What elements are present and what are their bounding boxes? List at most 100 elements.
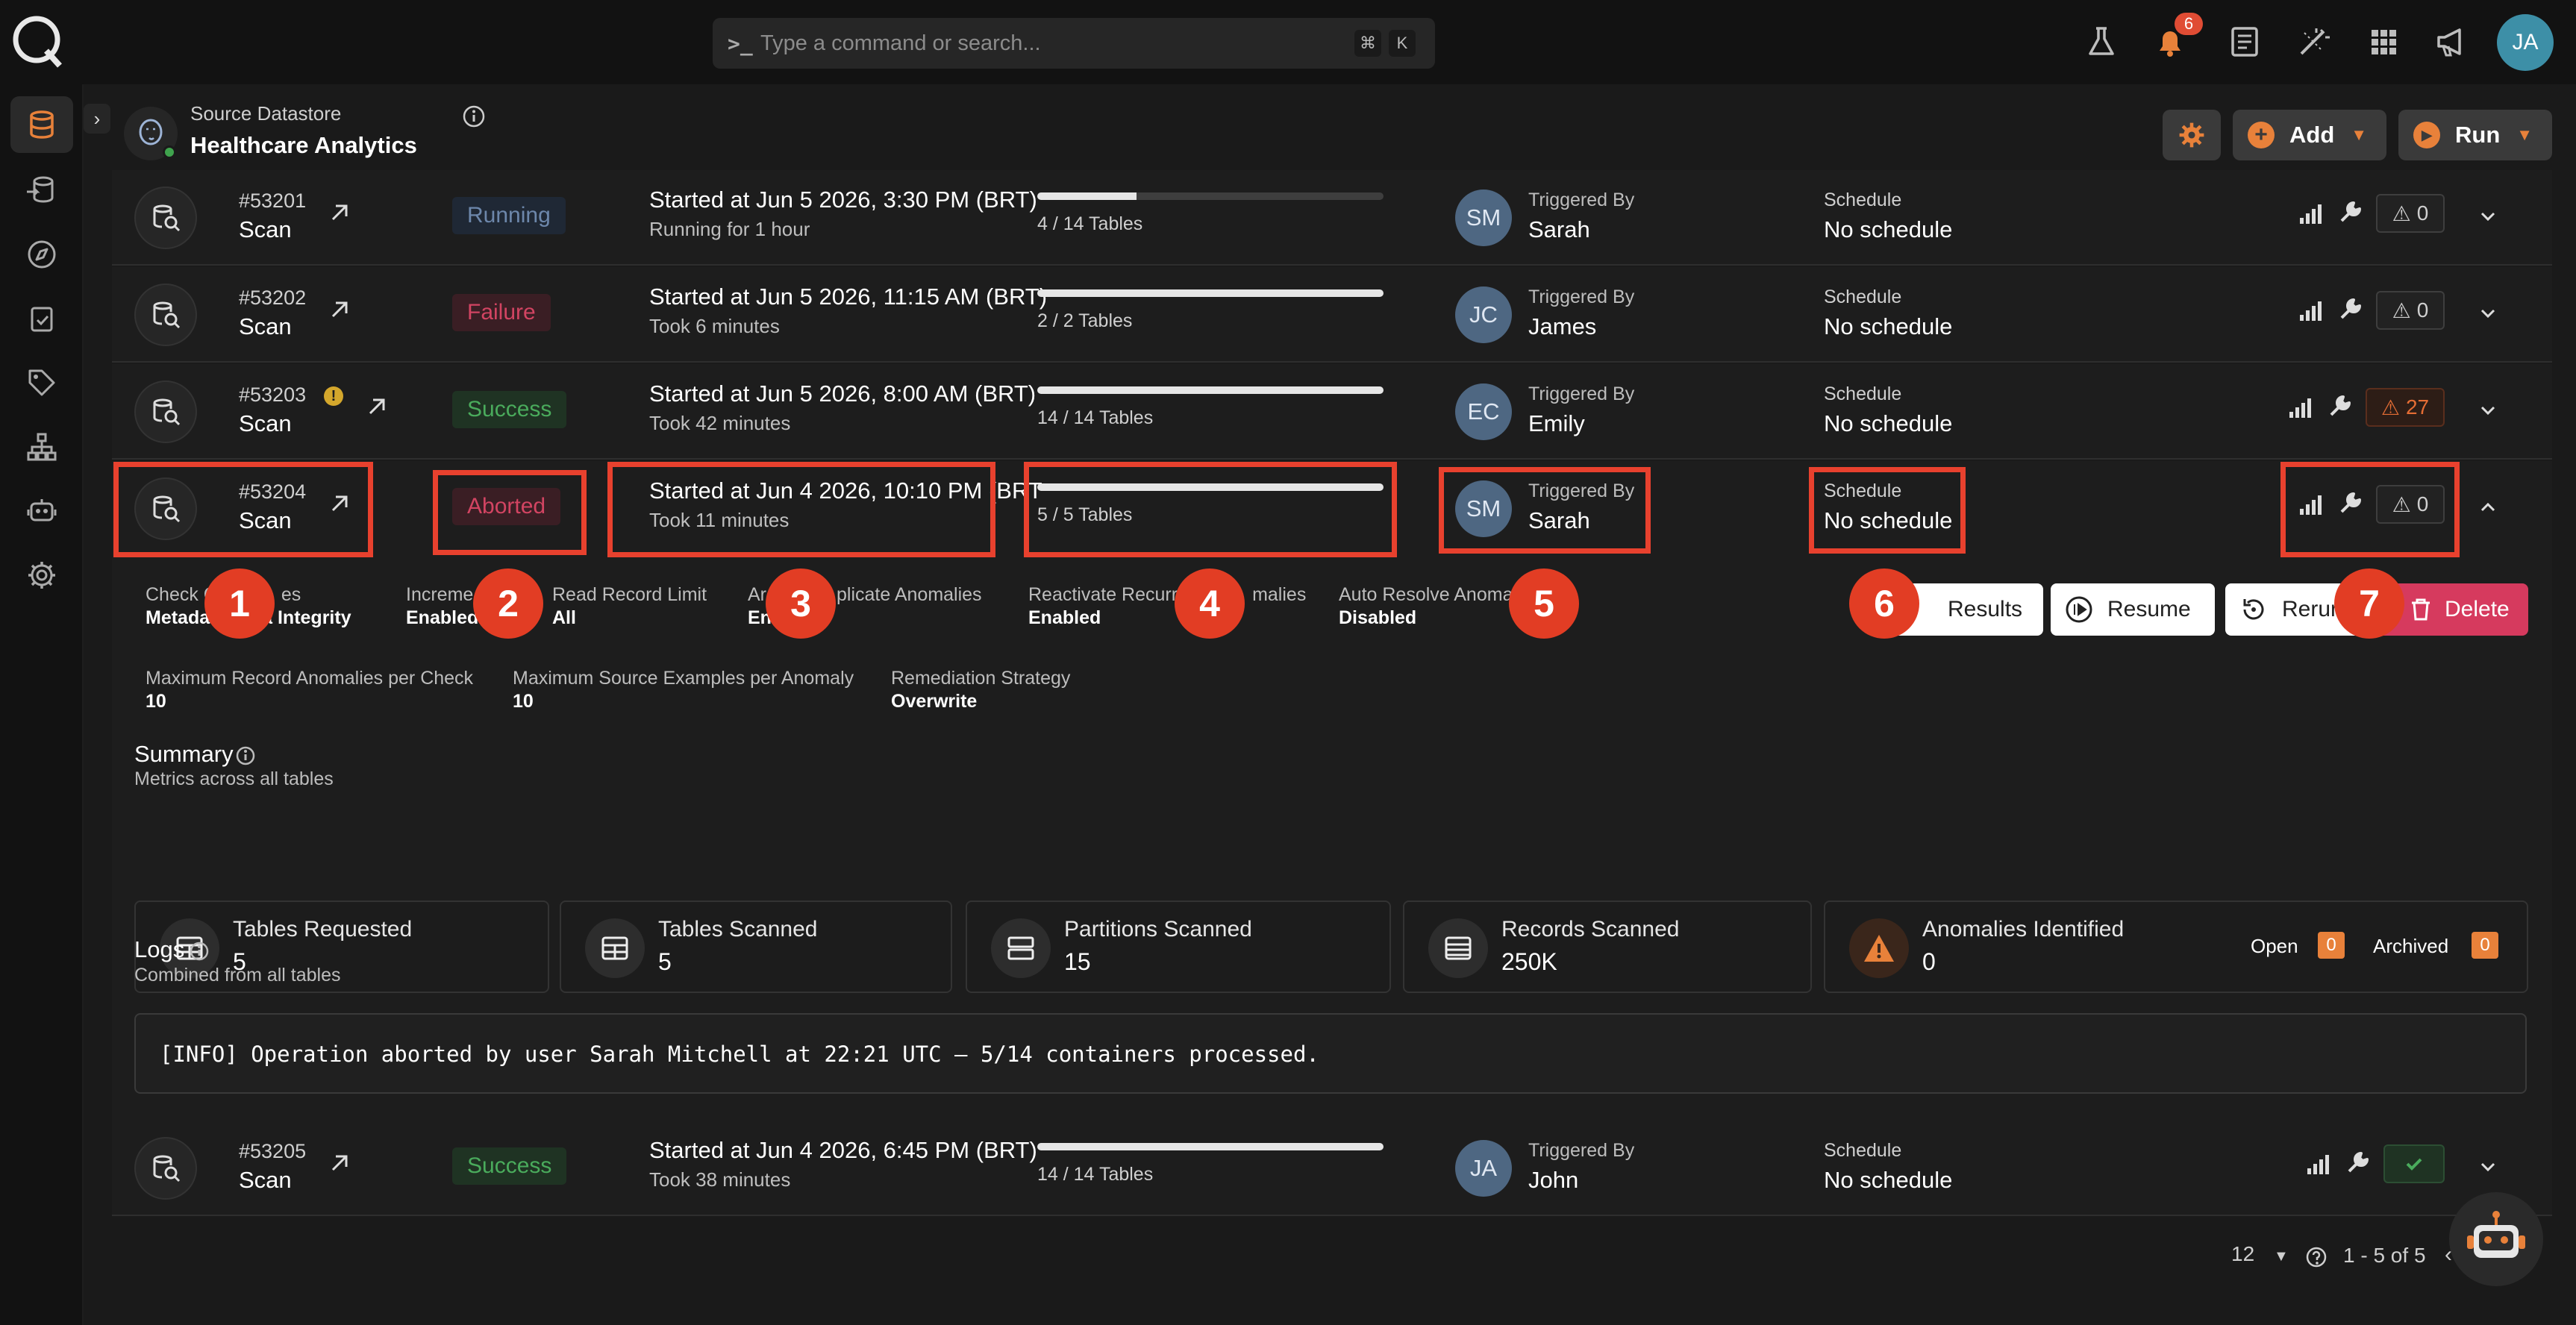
sidebar-item-checks[interactable]	[21, 298, 63, 339]
expand-sidebar-button[interactable]: ›	[84, 104, 110, 134]
started-at: Started at Jun 4 2026, 6:45 PM (BRT)	[649, 1137, 1037, 1163]
scan-icon	[134, 380, 197, 443]
logs-title: Logs	[134, 936, 185, 962]
max-record-anomalies-label: Maximum Record Anomalies per Check	[146, 668, 474, 689]
summary-card-records-scanned: Records Scanned 250K	[1403, 900, 1812, 993]
flask-icon[interactable]	[2082, 22, 2121, 61]
triggered-by-name: Emily	[1528, 410, 1585, 436]
document-icon[interactable]	[2225, 22, 2264, 61]
card-value: 0	[1922, 948, 1936, 975]
reactivate-recurring-label: Reactivate Recurr malies	[1028, 584, 1307, 605]
results-button-label: Results	[1948, 597, 2023, 621]
signal-icon	[2297, 297, 2324, 324]
auto-resolve-label: Auto Resolve Anomal	[1339, 584, 1518, 605]
started-at: Started at Jun 5 2026, 3:30 PM (BRT)	[649, 187, 1037, 213]
compass-icon	[28, 240, 56, 269]
info-icon[interactable]	[188, 940, 210, 962]
chevron-down-icon[interactable]	[2475, 300, 2501, 327]
open-external-icon[interactable]	[327, 297, 352, 322]
rerun-icon	[2243, 599, 2264, 620]
table-row[interactable]: #53201 Scan Running Started at Jun 5 202…	[112, 170, 2552, 266]
rows-per-page-select[interactable]: 12 ▼	[2231, 1242, 2289, 1266]
play-circle-icon: ▶	[2413, 122, 2440, 148]
triggered-by-name: James	[1528, 313, 1597, 339]
signal-icon	[2304, 1150, 2331, 1177]
card-value: 250K	[1501, 948, 1557, 975]
scan-icon	[134, 1137, 197, 1200]
robot-icon	[2467, 1211, 2525, 1258]
settings-button[interactable]	[2163, 110, 2221, 160]
anomaly-ok-badge[interactable]	[2383, 1144, 2445, 1183]
chevron-up-icon[interactable]	[2475, 494, 2501, 521]
kbd-k: K	[1389, 30, 1416, 57]
chevron-down-icon[interactable]	[2475, 1153, 2501, 1180]
sidebar-item-tags[interactable]	[21, 362, 63, 404]
app-logo-icon[interactable]	[10, 13, 66, 69]
chatbot-button[interactable]	[2449, 1192, 2543, 1286]
annotation-number-6: 6	[1849, 568, 1919, 639]
add-button[interactable]: + Add ▼	[2233, 110, 2386, 160]
triggered-by-label: Triggered By	[1528, 383, 1635, 404]
table-icon	[585, 918, 645, 978]
status-badge: Success	[452, 391, 567, 428]
run-button[interactable]: ▶ Run ▼	[2398, 110, 2552, 160]
sidebar-item-enrichment[interactable]	[21, 169, 63, 211]
sidebar-item-agents[interactable]	[21, 490, 63, 532]
card-value: 5	[658, 948, 672, 975]
triggered-by-label: Triggered By	[1528, 189, 1635, 210]
resume-button[interactable]: Resume	[2051, 583, 2215, 636]
run-button-label: Run	[2455, 122, 2501, 148]
connection-status-dot	[163, 145, 176, 159]
anomaly-count-badge[interactable]: ⚠ 0	[2376, 194, 2445, 233]
schedule-label: Schedule	[1824, 1140, 1902, 1161]
summary-card-partitions-scanned: Partitions Scanned 15	[966, 900, 1391, 993]
anomaly-count-badge[interactable]: ⚠ 27	[2366, 388, 2445, 427]
megaphone-icon[interactable]	[2433, 22, 2472, 61]
help-icon[interactable]	[2304, 1245, 2328, 1269]
delete-button-label: Delete	[2445, 597, 2510, 621]
card-value: 15	[1064, 948, 1091, 975]
annotation-box-6	[1809, 467, 1966, 554]
table-row[interactable]: #53202 Scan Failure Started at Jun 5 202…	[112, 267, 2552, 363]
archived-count-badge[interactable]: 0	[2472, 932, 2498, 959]
open-external-icon[interactable]	[327, 200, 352, 225]
annotation-box-1	[113, 462, 373, 557]
operation-id: #53203	[239, 383, 307, 406]
open-external-icon[interactable]	[364, 394, 390, 419]
progress-text: 14 / 14 Tables	[1037, 407, 1154, 428]
sidebar	[0, 84, 84, 1325]
annotation-number-5: 5	[1509, 568, 1579, 639]
caret-down-icon: ▼	[2273, 1248, 2289, 1265]
user-avatar[interactable]: JA	[2497, 14, 2554, 71]
search-placeholder: Type a command or search...	[760, 31, 1041, 55]
sidebar-item-datastores[interactable]	[10, 96, 73, 153]
scan-icon	[134, 187, 197, 249]
warning-triangle-icon: ⚠	[2392, 201, 2411, 225]
wrench-icon	[2336, 198, 2364, 227]
chevron-down-icon[interactable]	[2475, 397, 2501, 424]
sidebar-item-explore[interactable]	[21, 234, 63, 275]
pagination-range: 1 - 5 of 5	[2343, 1244, 2426, 1267]
remediation-strategy-value: Overwrite	[891, 691, 978, 712]
sidebar-item-settings[interactable]	[21, 554, 63, 596]
logs-subtitle: Combined from all tables	[134, 965, 341, 986]
magic-wand-icon[interactable]	[2294, 22, 2333, 61]
apps-grid-icon[interactable]	[2364, 22, 2403, 61]
kbd-cmd: ⌘	[1354, 30, 1381, 57]
sidebar-item-hierarchy[interactable]	[21, 426, 63, 468]
open-external-icon[interactable]	[327, 1150, 352, 1176]
info-icon[interactable]	[234, 745, 257, 767]
gear-icon	[28, 562, 55, 589]
anomaly-count-badge[interactable]: ⚠ 0	[2376, 291, 2445, 330]
command-search-input[interactable]: >_ Type a command or search... ⌘ K	[713, 18, 1435, 69]
info-icon[interactable]	[461, 104, 487, 129]
open-count-badge[interactable]: 0	[2318, 932, 2345, 959]
status-badge: Failure	[452, 294, 551, 331]
annotation-box-3	[607, 462, 995, 557]
status-badge: Success	[452, 1147, 567, 1185]
operation-id: #53205	[239, 1140, 307, 1162]
max-source-examples-label: Maximum Source Examples per Anomaly	[513, 668, 854, 689]
table-row[interactable]: #53203 ! Scan Success Started at Jun 5 2…	[112, 364, 2552, 460]
chevron-down-icon[interactable]	[2475, 203, 2501, 230]
table-row[interactable]: #53205 Scan Success Started at Jun 4 202…	[112, 1121, 2552, 1216]
